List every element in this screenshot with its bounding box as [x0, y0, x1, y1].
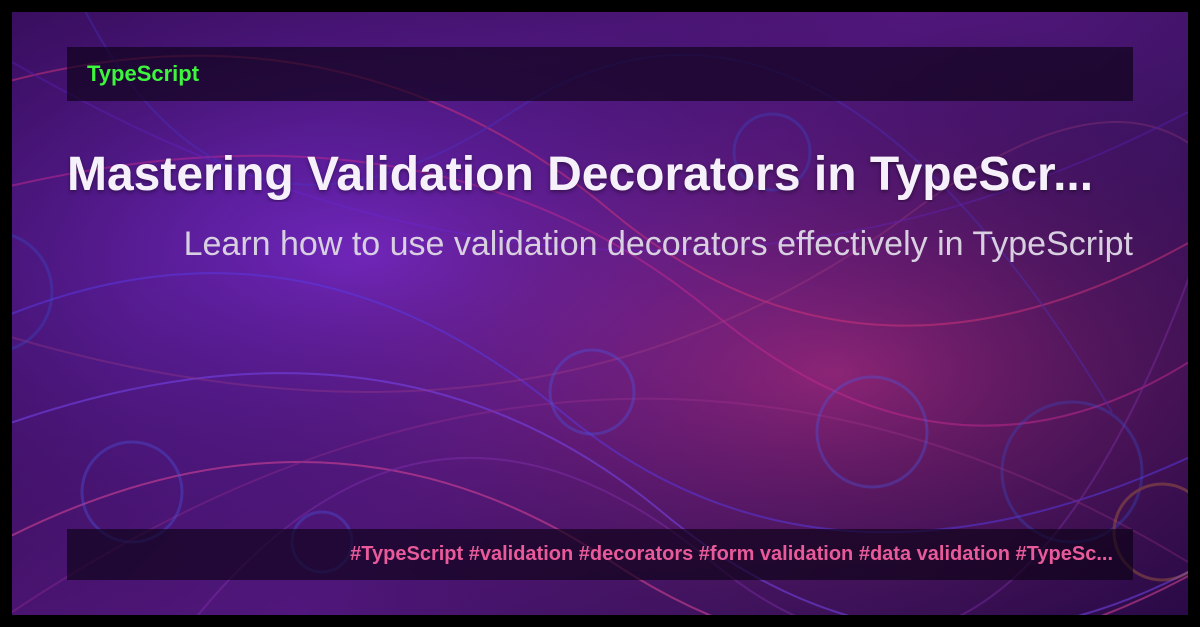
- article-subtitle: Learn how to use validation decorators e…: [67, 222, 1133, 268]
- abstract-background: [12, 12, 1188, 615]
- card-frame: TypeScript Mastering Validation Decorato…: [12, 12, 1188, 615]
- tags-list: #TypeScript #validation #decorators #for…: [87, 543, 1113, 566]
- article-title: Mastering Validation Decorators in TypeS…: [67, 147, 1133, 202]
- tags-bar: #TypeScript #validation #decorators #for…: [67, 529, 1133, 580]
- category-label: TypeScript: [87, 61, 1113, 87]
- category-bar: TypeScript: [67, 47, 1133, 101]
